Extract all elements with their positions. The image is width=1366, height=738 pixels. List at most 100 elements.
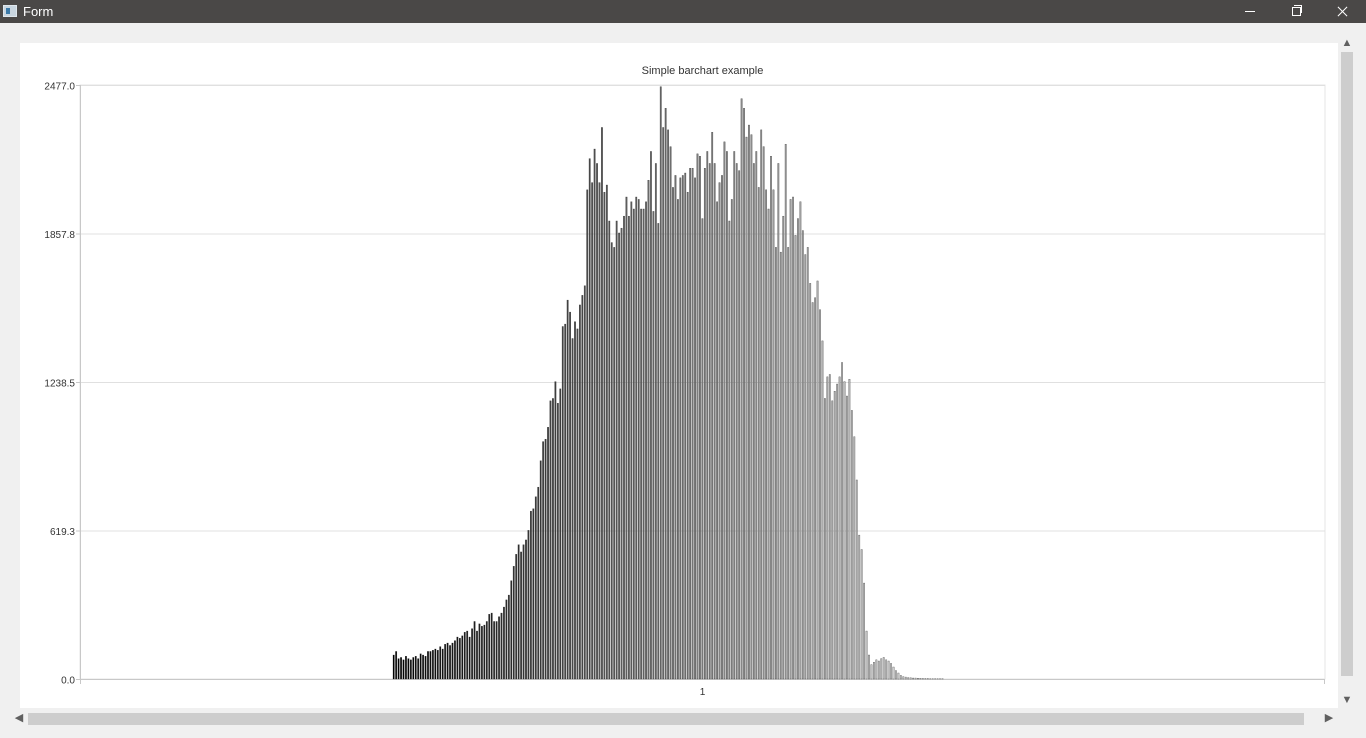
bar xyxy=(488,614,491,680)
bar xyxy=(392,654,395,680)
bar xyxy=(623,215,625,680)
bar xyxy=(755,151,758,680)
bar xyxy=(716,201,719,680)
bar xyxy=(647,179,650,680)
minimize-button[interactable] xyxy=(1227,0,1273,23)
bar xyxy=(569,311,572,680)
horizontal-scroll-thumb[interactable] xyxy=(28,713,1304,725)
scroll-down-arrow-icon[interactable]: ▼ xyxy=(1341,695,1353,706)
bar xyxy=(777,163,780,680)
chart-title: Simple barchart example xyxy=(642,65,764,77)
bar xyxy=(618,232,621,680)
bar xyxy=(684,172,687,680)
bar xyxy=(735,163,738,680)
bar xyxy=(483,624,486,680)
bar xyxy=(887,660,890,680)
bar xyxy=(667,129,670,680)
bar xyxy=(855,479,858,680)
chart-view[interactable]: 0.0 619.3 1238.5 1857.8 2477.0 Simple barchar… xyxy=(20,43,1338,708)
bar xyxy=(556,403,559,680)
bar xyxy=(522,544,525,680)
maximize-button[interactable] xyxy=(1273,0,1319,23)
bar xyxy=(912,677,915,680)
bar xyxy=(703,168,706,680)
bar xyxy=(451,642,454,680)
bar xyxy=(586,189,589,680)
bar xyxy=(427,651,429,680)
bar xyxy=(414,656,417,680)
bar xyxy=(547,427,549,680)
bar xyxy=(596,163,598,680)
bar xyxy=(757,187,760,680)
bar xyxy=(841,362,843,680)
bar xyxy=(539,460,542,680)
bar xyxy=(694,177,696,680)
bar xyxy=(409,659,412,680)
bar xyxy=(650,151,652,680)
bar xyxy=(789,199,792,680)
bar xyxy=(784,144,787,680)
close-button[interactable] xyxy=(1319,0,1365,23)
scroll-right-arrow-icon[interactable]: ▶ xyxy=(1323,713,1335,724)
bar xyxy=(454,640,456,680)
bar xyxy=(897,672,900,680)
bar xyxy=(895,670,897,680)
bar xyxy=(850,410,853,680)
bar xyxy=(826,376,829,680)
bar xyxy=(726,151,728,680)
scroll-left-arrow-icon[interactable]: ◀ xyxy=(13,713,25,724)
bar xyxy=(635,196,638,680)
bar xyxy=(811,302,814,680)
title-bar[interactable]: Form xyxy=(0,0,1366,23)
x-category-label: 1 xyxy=(700,687,706,698)
bar xyxy=(917,678,919,680)
bar xyxy=(532,508,535,680)
bar xyxy=(828,374,831,680)
bar xyxy=(836,383,839,680)
bar xyxy=(493,621,496,680)
bar xyxy=(809,283,812,680)
bar xyxy=(579,304,581,680)
bar xyxy=(718,182,721,680)
vertical-scroll-thumb[interactable] xyxy=(1341,52,1353,676)
y-tick-label: 1238.5 xyxy=(44,379,75,390)
y-tick-label: 2477.0 xyxy=(44,82,75,93)
bar xyxy=(806,247,809,680)
bar xyxy=(865,630,868,680)
bar xyxy=(750,134,753,680)
bar xyxy=(677,199,679,680)
bar xyxy=(505,599,508,680)
bar xyxy=(458,638,461,680)
bar xyxy=(902,676,905,680)
bar xyxy=(507,594,510,680)
bar xyxy=(907,677,910,680)
bar xyxy=(797,218,799,680)
bar xyxy=(608,220,611,680)
bar xyxy=(679,177,682,680)
y-tick-label: 1857.8 xyxy=(44,230,75,241)
bar xyxy=(674,175,677,680)
bar xyxy=(566,299,569,680)
bar xyxy=(525,539,527,680)
bar xyxy=(657,223,660,680)
bar xyxy=(691,168,694,680)
scroll-up-arrow-icon[interactable]: ▲ xyxy=(1341,38,1353,49)
bar xyxy=(816,280,819,680)
bar xyxy=(632,208,635,680)
bar xyxy=(664,108,667,680)
bar xyxy=(583,285,586,680)
bar xyxy=(843,381,846,680)
bar xyxy=(877,660,880,680)
bar xyxy=(537,486,540,680)
bar xyxy=(848,379,851,680)
bar xyxy=(552,398,554,680)
bar xyxy=(801,230,804,680)
bar xyxy=(534,496,537,680)
bar xyxy=(721,175,723,680)
bar xyxy=(476,630,478,680)
bar xyxy=(436,650,439,680)
bar xyxy=(792,196,794,680)
bar xyxy=(613,247,616,680)
bar xyxy=(642,208,645,680)
bar xyxy=(530,510,532,680)
